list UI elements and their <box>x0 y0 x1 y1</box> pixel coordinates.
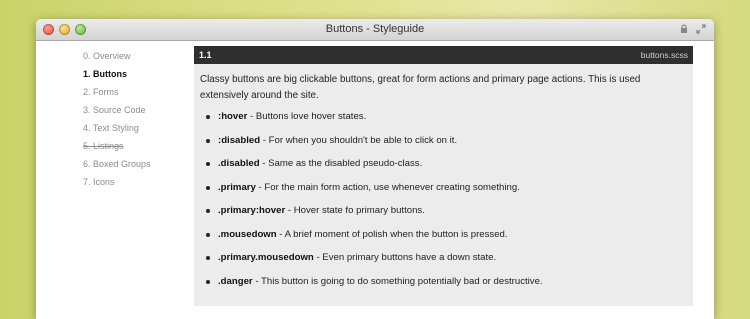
modifier-description: - Buttons love hover states. <box>247 111 367 122</box>
modifier-name: .primary:hover <box>218 205 286 216</box>
modifier-description: - Hover state fo primary buttons. <box>285 205 425 216</box>
bullet-icon <box>206 232 210 237</box>
list-item: .mousedown - A brief moment of polish wh… <box>206 228 693 252</box>
modifier-name: :hover <box>218 111 248 122</box>
sidebar-item-forms[interactable]: 2. Forms <box>83 87 193 105</box>
sidebar-item-source-code[interactable]: 3. Source Code <box>83 105 193 123</box>
modifier-list: :hover - Buttons love hover states. :dis… <box>194 110 693 298</box>
bullet-icon <box>206 279 210 284</box>
modifier-description: - A brief moment of polish when the butt… <box>276 228 508 240</box>
bullet-icon <box>206 138 210 143</box>
lock-icon <box>680 24 688 34</box>
modifier-description: - Even primary buttons have a down state… <box>313 252 497 263</box>
list-item: .danger - This button is going to do som… <box>206 275 693 299</box>
bullet-icon <box>206 115 210 119</box>
list-item: .primary:hover - Hover state fo primary … <box>206 204 693 228</box>
sidebar-item-boxed-groups[interactable]: 6. Boxed Groups <box>83 159 193 177</box>
list-item: .primary.mousedown - Even primary button… <box>206 251 693 275</box>
modifier-description: - Same as the disabled pseudo-class. <box>259 158 423 169</box>
modifier-description: - For the main form action, use whenever… <box>255 181 520 193</box>
main-content: 1.1 buttons.scss Classy buttons are big … <box>194 46 693 306</box>
sidebar-item-listings[interactable]: 5. Listings <box>83 141 193 159</box>
bullet-icon <box>206 185 210 190</box>
modifier-name: .primary <box>218 181 256 193</box>
window-title: Buttons - Styleguide <box>325 23 425 35</box>
modifier-name: .primary.mousedown <box>218 252 314 263</box>
bullet-icon <box>206 209 210 213</box>
fullscreen-icon[interactable] <box>696 24 706 34</box>
source-filename: buttons.scss <box>640 50 688 60</box>
sidebar-nav: 0. Overview 1. Buttons 2. Forms 3. Sourc… <box>83 51 193 195</box>
modifier-name: :disabled <box>218 134 261 146</box>
bullet-icon <box>206 162 210 166</box>
sidebar-item-buttons[interactable]: 1. Buttons <box>83 69 193 87</box>
bullet-icon <box>206 256 210 260</box>
list-item: :hover - Buttons love hover states. <box>206 110 693 134</box>
section-header-bar: 1.1 buttons.scss <box>194 46 693 64</box>
title-bar: Buttons - Styleguide <box>36 19 714 41</box>
modifier-name: .mousedown <box>218 228 277 240</box>
titlebar-right-controls <box>680 24 706 34</box>
modifier-name: .danger <box>218 275 253 287</box>
modifier-name: .disabled <box>218 158 260 169</box>
list-item: .primary - For the main form action, use… <box>206 181 693 205</box>
sidebar-item-overview[interactable]: 0. Overview <box>83 51 193 69</box>
section-intro: Classy buttons are big clickable buttons… <box>200 74 641 101</box>
list-item: :disabled - For when you shouldn't be ab… <box>206 134 693 158</box>
sidebar-item-text-styling[interactable]: 4. Text Styling <box>83 123 193 141</box>
section-number: 1.1 <box>199 50 212 60</box>
app-window: Buttons - Styleguide 0. Overview 1. Butt… <box>36 19 714 319</box>
modifier-description: - This button is going to do something p… <box>252 275 543 287</box>
sidebar-item-icons[interactable]: 7. Icons <box>83 177 193 195</box>
list-item: .disabled - Same as the disabled pseudo-… <box>206 157 693 181</box>
modifier-description: - For when you shouldn't be able to clic… <box>260 134 458 146</box>
